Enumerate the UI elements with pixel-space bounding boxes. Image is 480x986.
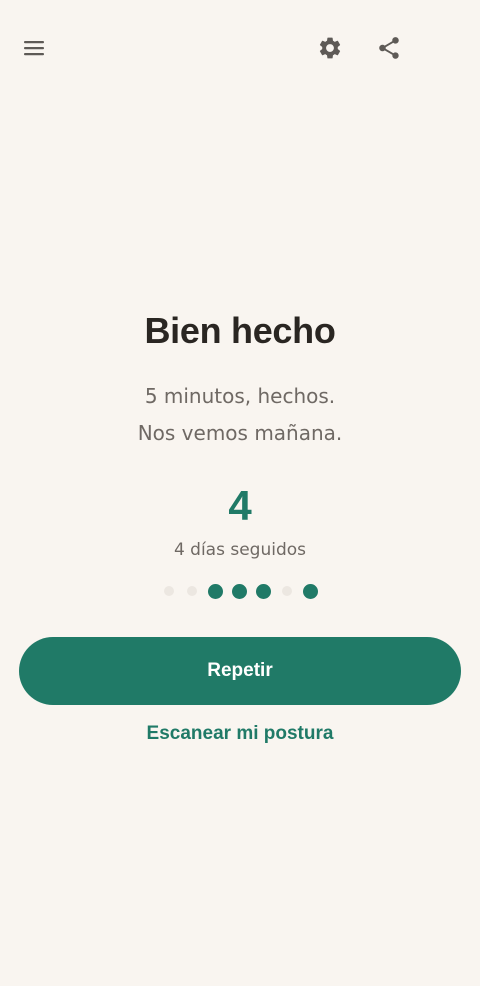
streak-dot-inactive	[282, 586, 292, 596]
streak-dot-active	[303, 583, 318, 599]
streak-dot-active	[232, 583, 247, 599]
streak-dot-inactive	[187, 586, 197, 596]
share-icon	[379, 37, 399, 59]
streak-dot-active	[256, 583, 271, 599]
share-button[interactable]	[365, 24, 413, 72]
streak-dot-inactive	[164, 586, 174, 596]
streak-dots	[0, 582, 480, 600]
completion-subtitle-line1: 5 minutos, hechos.	[144, 384, 336, 408]
gear-icon	[319, 37, 341, 59]
settings-button[interactable]	[306, 24, 354, 72]
streak-count: 4	[228, 482, 252, 529]
completion-subtitle-line2: Nos vemos mañana.	[137, 421, 343, 445]
repeat-button[interactable]: Repetir	[19, 637, 461, 705]
streak-label: 4 días seguidos	[173, 540, 307, 560]
menu-button[interactable]	[10, 24, 58, 72]
completion-title: Bien hecho	[144, 310, 336, 351]
top-app-bar	[0, 0, 480, 96]
hamburger-menu-icon	[24, 41, 44, 56]
scan-posture-link[interactable]: Escanear mi postura	[120, 720, 360, 748]
streak-dot-active	[208, 583, 223, 599]
